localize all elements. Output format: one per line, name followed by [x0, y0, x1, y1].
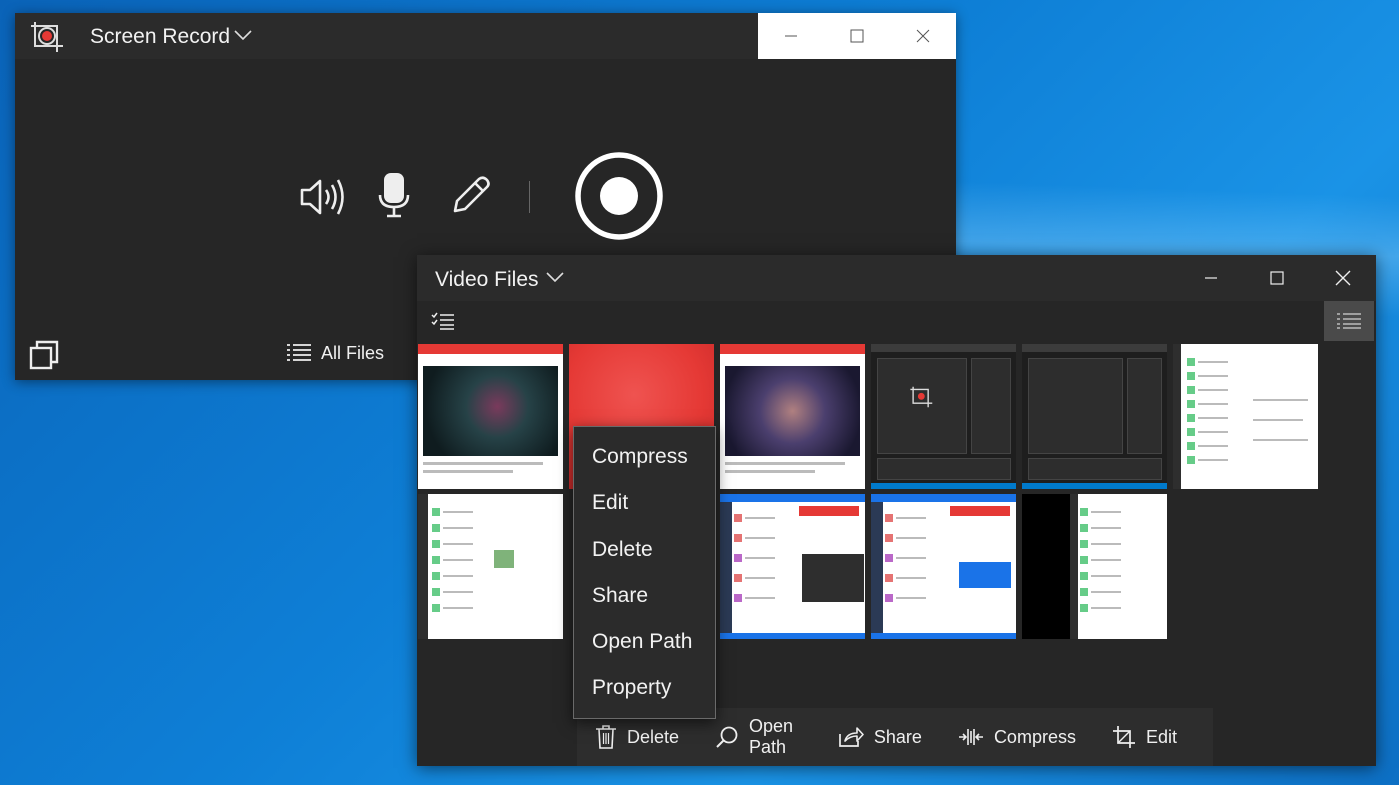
list-icon — [287, 344, 311, 361]
trash-icon — [596, 725, 616, 749]
close-icon — [916, 29, 930, 43]
minimize-icon — [1205, 277, 1217, 279]
edit-label: Edit — [1145, 726, 1177, 747]
screen-record-title: Screen Record — [90, 25, 231, 48]
open-path-label: Open Path — [749, 716, 794, 757]
pen-icon[interactable] — [447, 173, 493, 219]
context-menu-compress[interactable]: Compress — [574, 439, 715, 485]
details-view-icon — [1337, 313, 1361, 329]
view-toggle-button[interactable] — [1324, 301, 1374, 341]
minimize-button[interactable] — [1178, 255, 1244, 301]
close-icon — [1335, 270, 1351, 286]
video-thumbnail[interactable] — [1173, 344, 1318, 489]
minimize-button[interactable] — [758, 13, 824, 59]
minimize-icon — [785, 35, 797, 37]
edit-button[interactable]: Edit — [1112, 725, 1177, 749]
context-menu-property[interactable]: Property — [574, 670, 715, 716]
video-files-titlebar[interactable]: Video Files — [417, 255, 1376, 301]
record-icon[interactable] — [573, 150, 665, 242]
maximize-button[interactable] — [1244, 255, 1310, 301]
share-icon — [839, 727, 864, 747]
restore-window-icon[interactable] — [29, 339, 61, 371]
delete-label: Delete — [627, 726, 680, 747]
maximize-icon — [850, 29, 864, 43]
context-menu-share[interactable]: Share — [574, 578, 715, 624]
search-icon — [716, 726, 738, 748]
maximize-button[interactable] — [824, 13, 890, 59]
video-thumbnail[interactable] — [871, 344, 1016, 489]
video-thumbnail[interactable] — [871, 494, 1016, 639]
context-menu: Compress Edit Delete Share Open Path Pro… — [573, 426, 716, 719]
video-files-toolbar — [417, 301, 1376, 341]
video-files-window: Video Files Delete Open Path Share Compr… — [417, 255, 1376, 766]
all-files-label: All Files — [321, 342, 385, 363]
speaker-icon[interactable] — [299, 175, 347, 219]
video-thumbnail[interactable] — [720, 494, 865, 639]
delete-button[interactable]: Delete — [595, 725, 679, 749]
crop-record-icon — [31, 22, 63, 52]
maximize-icon — [1270, 271, 1284, 285]
chevron-down-icon[interactable] — [545, 270, 565, 284]
compress-label: Compress — [993, 726, 1076, 747]
video-thumbnail[interactable] — [418, 494, 563, 639]
window-caption-buttons — [758, 13, 956, 59]
video-files-title: Video Files — [435, 268, 539, 291]
context-menu-open-path[interactable]: Open Path — [574, 624, 715, 670]
compress-icon — [958, 729, 983, 745]
toolbar-divider — [529, 181, 530, 213]
close-button[interactable] — [1310, 255, 1376, 301]
all-files-button[interactable]: All Files — [287, 338, 384, 368]
context-menu-delete[interactable]: Delete — [574, 532, 715, 578]
microphone-icon[interactable] — [377, 171, 411, 219]
crop-record-icon — [910, 386, 933, 408]
video-thumbnail[interactable] — [1022, 494, 1167, 639]
multi-select-icon[interactable] — [431, 311, 455, 331]
crop-icon — [1112, 726, 1135, 748]
video-thumbnail[interactable] — [1022, 344, 1167, 489]
context-menu-edit[interactable]: Edit — [574, 485, 715, 531]
chevron-down-icon[interactable] — [233, 28, 253, 42]
window-caption-buttons — [1178, 255, 1376, 301]
screen-record-titlebar[interactable]: Screen Record — [15, 13, 956, 59]
video-thumbnail[interactable] — [720, 344, 865, 489]
share-label: Share — [873, 726, 922, 747]
video-thumbnail[interactable] — [418, 344, 563, 489]
share-button[interactable]: Share — [838, 726, 922, 748]
close-button[interactable] — [890, 13, 956, 59]
open-path-button[interactable]: Open Path — [715, 716, 802, 758]
compress-button[interactable]: Compress — [958, 727, 1076, 748]
